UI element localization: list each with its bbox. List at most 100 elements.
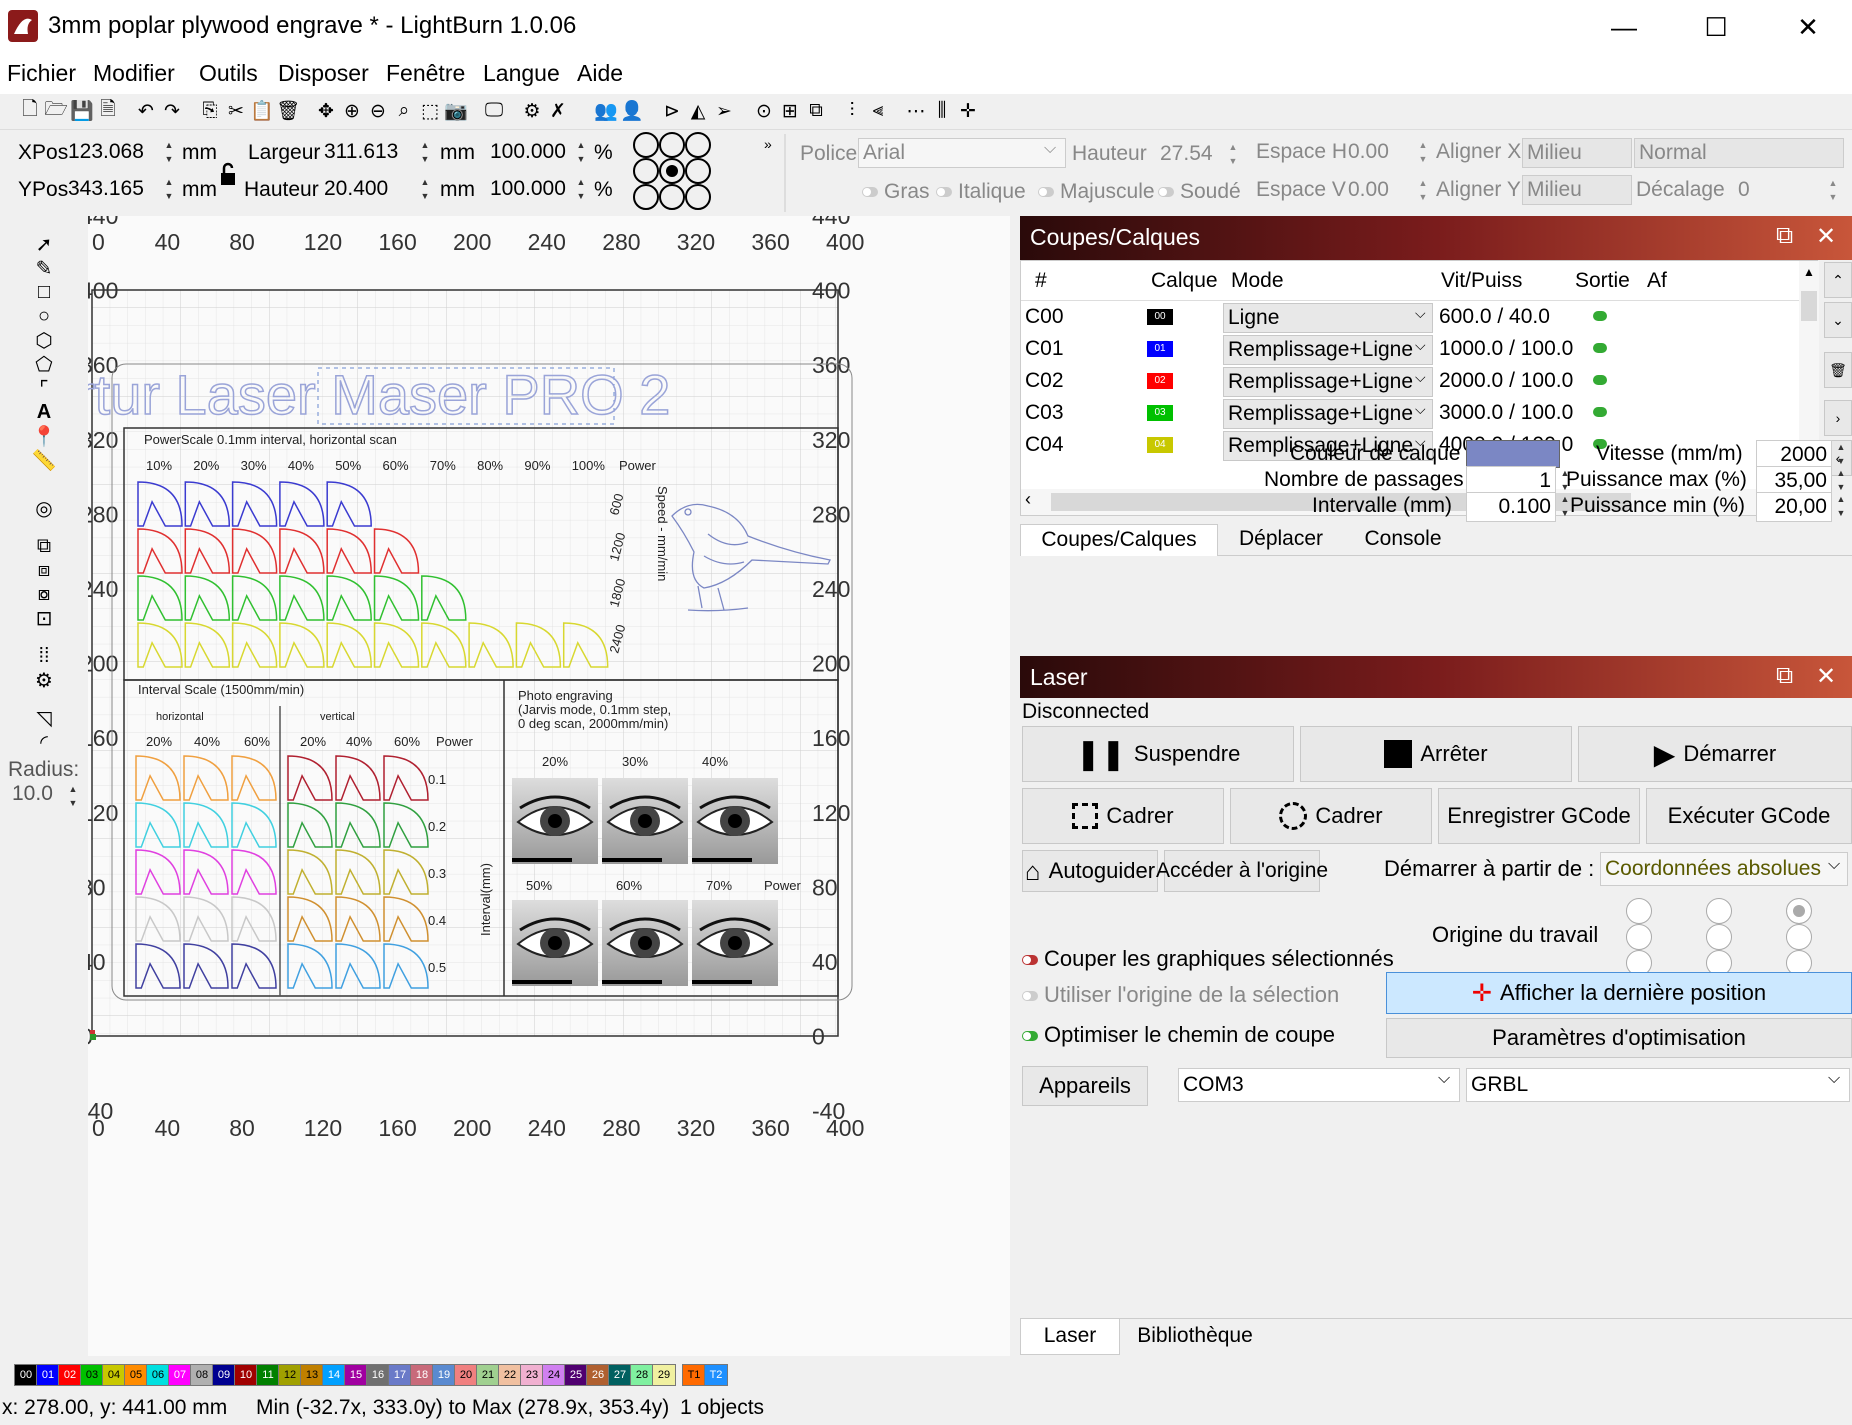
palette-swatch[interactable]: 27	[608, 1364, 632, 1386]
zoom-fit-icon[interactable]: ⌕	[392, 98, 416, 124]
palette-swatch[interactable]: 02	[58, 1364, 82, 1386]
palette-swatch[interactable]: 25	[564, 1364, 588, 1386]
palette-swatch[interactable]: 24	[542, 1364, 566, 1386]
target-icon[interactable]: ⊙	[752, 98, 776, 124]
menu-fenetre[interactable]: Fenêtre	[386, 60, 465, 87]
menu-disposer[interactable]: Disposer	[278, 60, 369, 87]
minimize-button[interactable]: —	[1578, 0, 1670, 54]
menu-fichier[interactable]: Fichier	[7, 60, 76, 87]
layers-col-header[interactable]: Mode	[1231, 269, 1284, 293]
close-laser-panel-icon[interactable]: ✕	[1816, 662, 1836, 691]
mirror-icon[interactable]: ◭	[686, 98, 710, 124]
layer-row[interactable]: C02 02 Remplissage+Ligne ⌵ 2000.0 / 100.…	[1021, 365, 1799, 397]
layer-row[interactable]: C01 01 Remplissage+Ligne ⌵ 1000.0 / 100.…	[1021, 333, 1799, 365]
height-spinner[interactable]: ▲ ▼	[416, 175, 434, 205]
save-icon[interactable]: 💾	[70, 98, 94, 124]
hspace-value[interactable]: 0.00	[1348, 140, 1389, 164]
close-panel-icon[interactable]: ✕	[1816, 222, 1836, 251]
height-field[interactable]: 20.400	[320, 175, 416, 205]
undo-icon[interactable]: ↶	[134, 98, 158, 124]
position-pin-icon[interactable]: 📍	[30, 424, 58, 448]
vspace-spinner[interactable]: ▲ ▼	[1414, 176, 1432, 206]
dock-icon[interactable]: ⫼	[930, 98, 954, 124]
stop-button[interactable]: Arrêter	[1300, 726, 1572, 782]
offset-icon[interactable]: ◎	[30, 496, 58, 520]
save-gcode-button[interactable]: Enregistrer GCode	[1438, 788, 1640, 844]
devices-button[interactable]: Appareils	[1022, 1066, 1148, 1106]
origin-radio-tc[interactable]	[1706, 898, 1732, 924]
palette-swatch[interactable]: 09	[212, 1364, 236, 1386]
offset-spinner[interactable]: ▲ ▼	[1824, 176, 1842, 206]
optimize-toggle[interactable]: Optimiser le chemin de coupe	[1022, 1022, 1335, 1048]
cut-icon[interactable]: ✂	[224, 98, 248, 124]
palette-swatch[interactable]: 10	[234, 1364, 258, 1386]
grid-array-icon[interactable]: ⁞⁞	[30, 644, 58, 668]
scroll-left-icon[interactable]: ‹	[1025, 489, 1031, 510]
spacing-icon[interactable]: ⋯	[904, 98, 928, 124]
align-icon[interactable]: ⊞	[778, 98, 802, 124]
tab-bibliotheque[interactable]: Bibliothèque	[1120, 1319, 1270, 1355]
xpos-spinner[interactable]: ▲ ▼	[160, 138, 178, 168]
palette-swatch[interactable]: 22	[498, 1364, 522, 1386]
maximize-button[interactable]: ☐	[1670, 0, 1762, 54]
home-button[interactable]: ⌂ Autoguider	[1022, 850, 1158, 892]
pause-button[interactable]: ❚❚ Suspendre	[1022, 726, 1294, 782]
palette-swatch[interactable]: 19	[432, 1364, 456, 1386]
boolean-diff-icon[interactable]: ⧈	[30, 558, 58, 582]
frame-button[interactable]: Cadrer	[1022, 788, 1224, 844]
controller-select[interactable]: GRBL	[1466, 1068, 1850, 1102]
layer-color-swatch[interactable]	[1466, 440, 1560, 468]
next-layer-button[interactable]: ›	[1824, 400, 1852, 436]
monitor-icon[interactable]: 🖵	[482, 98, 506, 124]
layer-mode-select[interactable]: Remplissage+Ligne	[1223, 367, 1433, 397]
palette-swatch[interactable]: 28	[630, 1364, 654, 1386]
palette-swatch[interactable]: 04	[102, 1364, 126, 1386]
aligny-select[interactable]: Milieu	[1522, 175, 1632, 205]
goto-origin-button[interactable]: Accéder à l'origine	[1156, 850, 1328, 892]
lock-ratio-icon[interactable]	[218, 162, 238, 188]
zoom-out-icon[interactable]: ⊖	[366, 98, 390, 124]
circular-array-icon[interactable]: ⚙	[30, 668, 58, 692]
menu-langue[interactable]: Langue	[483, 60, 560, 87]
edit-nodes-icon[interactable]: ◹	[30, 706, 58, 730]
round-corner-icon[interactable]: ◜	[30, 730, 58, 754]
corner-icon[interactable]: ⌜	[30, 376, 58, 400]
align-center-icon[interactable]: ⫶	[840, 98, 864, 124]
run-gcode-button[interactable]: Exécuter GCode	[1646, 788, 1852, 844]
user-icon[interactable]: 👤	[620, 98, 644, 124]
select-icon[interactable]: ➚	[30, 232, 58, 256]
palette-swatch[interactable]: 00	[14, 1364, 38, 1386]
send-icon[interactable]: ➢	[712, 98, 736, 124]
text-icon[interactable]: A	[30, 400, 58, 424]
layer-output-toggle[interactable]	[1593, 375, 1607, 385]
pentagon-icon[interactable]: ⬠	[30, 352, 58, 376]
flip-h-icon[interactable]: ⊳	[660, 98, 684, 124]
scale-x-spinner[interactable]: ▲ ▼	[572, 138, 590, 168]
import-icon[interactable]: ⎘	[198, 98, 222, 124]
radius-field[interactable]: 10.0	[12, 782, 53, 806]
scroll-up-icon[interactable]: ▲	[1803, 265, 1815, 279]
close-button[interactable]: ✕	[1762, 0, 1852, 54]
design-canvas[interactable]: 04080120160200240280320360400 4404003603…	[88, 216, 1010, 1356]
start-from-select[interactable]: Coordonnées absolues	[1600, 852, 1848, 886]
move-layer-up-button[interactable]: ⌃	[1824, 262, 1852, 298]
palette-swatch[interactable]: 23	[520, 1364, 544, 1386]
use-selection-origin-toggle[interactable]: Utiliser l'origine de la sélection	[1022, 982, 1339, 1008]
width-field[interactable]: 311.613	[320, 138, 416, 168]
layer-mode-select[interactable]: Ligne	[1223, 303, 1433, 333]
palette-swatch[interactable]: T1	[682, 1364, 706, 1386]
origin-radio-ml[interactable]	[1626, 924, 1652, 950]
palette-swatch[interactable]: 05	[124, 1364, 148, 1386]
layer-row[interactable]: C03 03 Remplissage+Ligne ⌵ 3000.0 / 100.…	[1021, 397, 1799, 429]
palette-swatch[interactable]: 07	[168, 1364, 192, 1386]
tab-laser[interactable]: Laser	[1020, 1319, 1120, 1355]
delete-layer-button[interactable]: 🗑	[1824, 352, 1852, 388]
layer-mode-select[interactable]: Remplissage+Ligne	[1223, 399, 1433, 429]
polygon-icon[interactable]: ⬡	[30, 328, 58, 352]
palette-swatch[interactable]: 18	[410, 1364, 434, 1386]
layer-output-toggle[interactable]	[1593, 343, 1607, 353]
paste-icon[interactable]: 📋	[250, 98, 274, 124]
palette-swatch[interactable]: 13	[300, 1364, 324, 1386]
caps-toggle[interactable]: Majuscule	[1038, 180, 1155, 204]
xpos-field[interactable]: 123.068	[64, 138, 160, 168]
